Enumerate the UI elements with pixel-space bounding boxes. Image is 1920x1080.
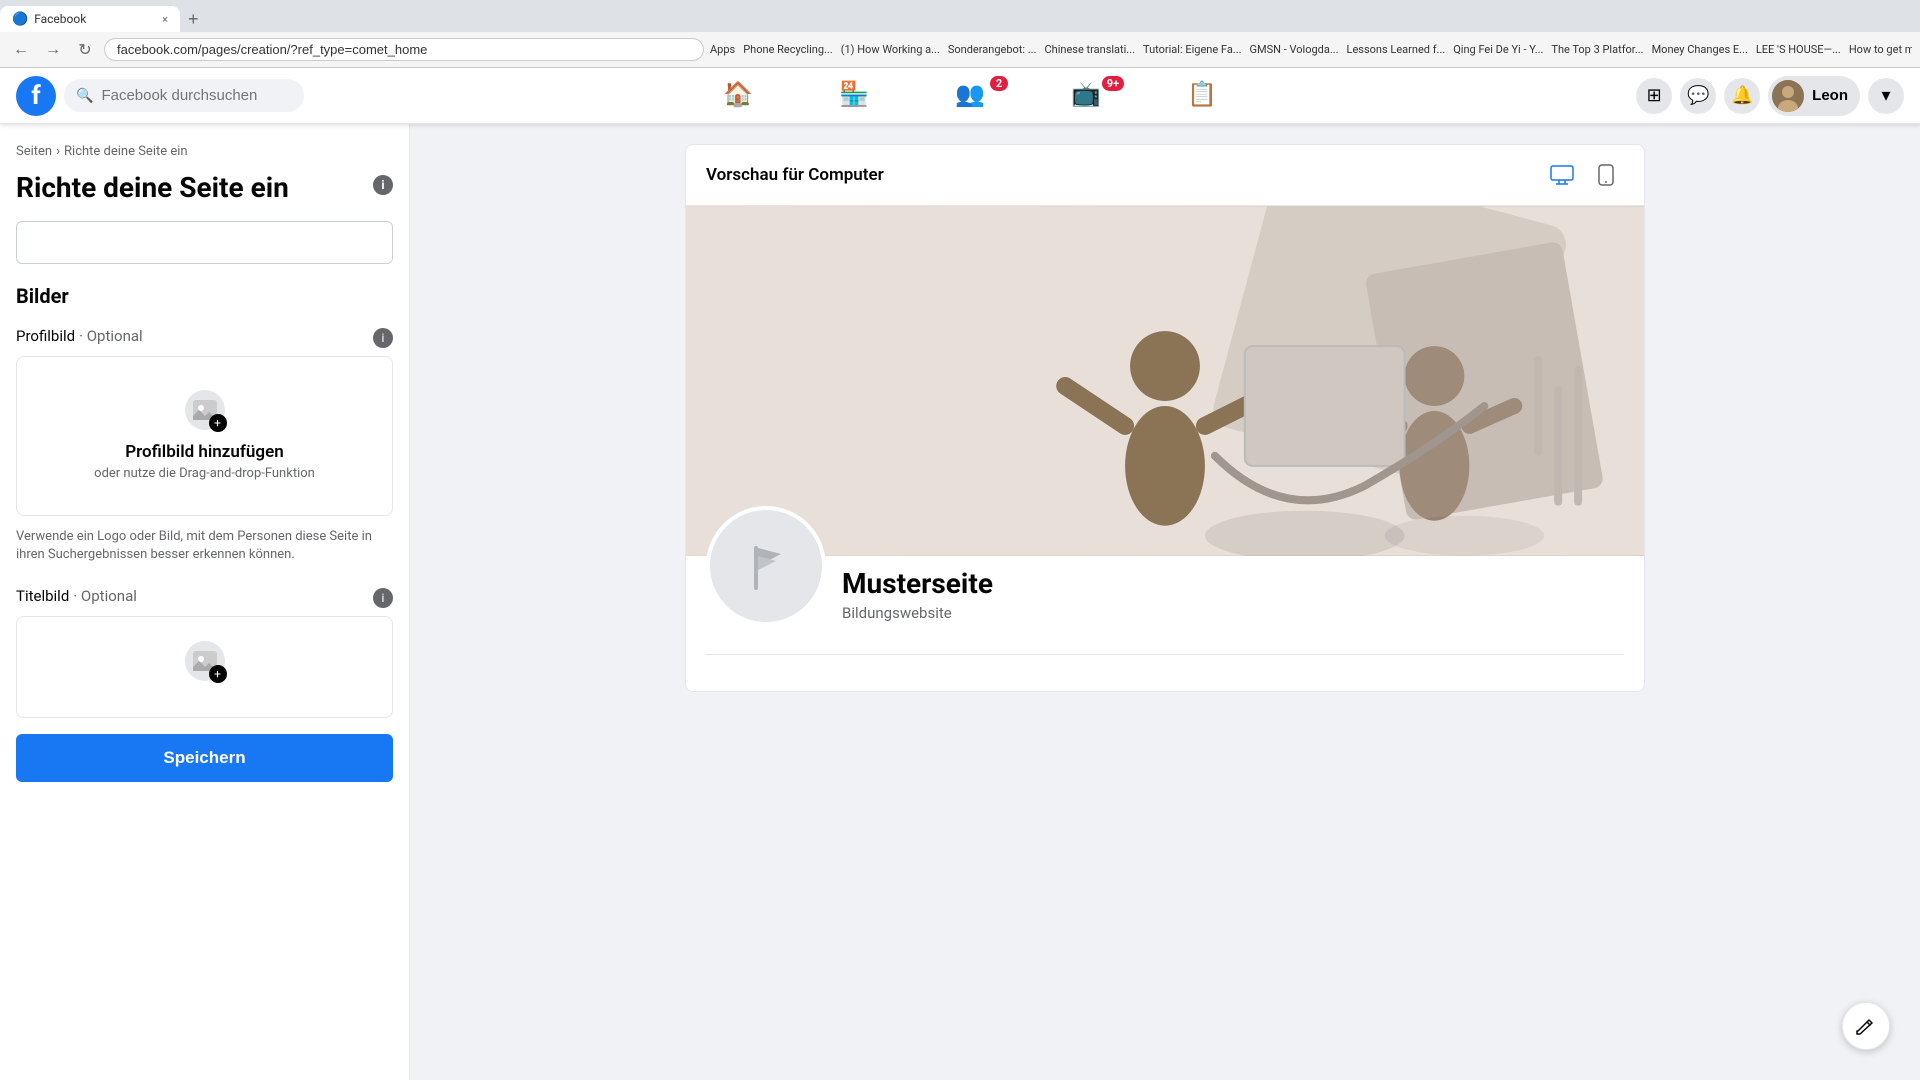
profile-image-info-icon[interactable]: i: [373, 328, 393, 348]
profile-section: Musterseite Bildungswebsite: [686, 556, 1644, 691]
profile-avatar: [706, 506, 826, 626]
search-input[interactable]: [101, 87, 292, 104]
header-right-actions: ⊞ 💬 🔔 Leon ▾: [1636, 76, 1904, 116]
save-button[interactable]: Speichern: [16, 734, 393, 782]
bookmark-6[interactable]: GMSN - Vologda...: [1250, 43, 1339, 56]
mobile-view-button[interactable]: [1588, 157, 1624, 193]
nav-marketplace[interactable]: 🏪: [798, 72, 910, 120]
tab-title: Facebook: [34, 12, 86, 26]
page-category-preview: Bildungswebsite: [842, 604, 993, 622]
profile-image-upload-area[interactable]: + Profilbild hinzufügen oder nutze die D…: [16, 356, 393, 516]
upload-cover-icon: +: [185, 641, 225, 681]
user-account-button[interactable]: Leon: [1768, 76, 1860, 116]
bookmark-apps[interactable]: Apps: [710, 43, 735, 56]
bookmark-8[interactable]: Qing Fei De Yi - Y...: [1453, 43, 1543, 56]
groups-badge: 2: [990, 76, 1008, 91]
desktop-view-button[interactable]: [1544, 157, 1580, 193]
tab-favicon: 🔵: [12, 12, 28, 27]
upload-cover-plus-icon: +: [209, 665, 227, 683]
home-icon: 🏠: [723, 80, 753, 108]
new-tab-button[interactable]: +: [180, 9, 207, 30]
bookmarks-bar: Apps Phone Recycling... (1) How Working …: [710, 43, 1912, 56]
title-info-icon[interactable]: i: [373, 175, 393, 195]
bookmark-5[interactable]: Tutorial: Eigene Fa...: [1143, 43, 1242, 56]
preview-header: Vorschau für Computer: [686, 145, 1644, 206]
refresh-button[interactable]: ↻: [72, 37, 98, 63]
right-panel: Vorschau für Computer: [410, 124, 1920, 1080]
user-avatar: [1772, 80, 1804, 112]
cover-image-optional: · Optional: [73, 587, 137, 605]
breadcrumb-current: Richte deine Seite ein: [64, 144, 188, 159]
messenger-button[interactable]: 💬: [1680, 78, 1716, 114]
cover-image-label: Titelbild: [16, 587, 69, 605]
main-nav: 🏠 🏪 👥 2 📺 9+ 📋: [312, 72, 1628, 120]
bookmark-11[interactable]: LEE 'S HOUSE—...: [1756, 43, 1841, 56]
url-bar[interactable]: [104, 38, 704, 61]
cover-image-field-label: Titelbild · Optional i: [16, 584, 393, 608]
profile-image-field-label: Profilbild · Optional i: [16, 324, 393, 348]
user-name: Leon: [1812, 87, 1848, 104]
upload-plus-icon: +: [209, 414, 227, 432]
upload-profile-icon: +: [185, 390, 225, 430]
edit-fab-button[interactable]: [1842, 1002, 1890, 1050]
left-panel: Seiten › Richte deine Seite ein Richte d…: [0, 124, 410, 1080]
bookmark-12[interactable]: How to get more v...: [1849, 43, 1912, 56]
video-badge: 9+: [1102, 76, 1124, 91]
page-name-preview: Musterseite: [842, 567, 993, 600]
profile-image-label: Profilbild: [16, 327, 75, 345]
profile-image-optional: · Optional: [79, 327, 143, 345]
facebook-logo: f: [16, 76, 56, 116]
main-layout: Seiten › Richte deine Seite ein Richte d…: [0, 124, 1920, 1080]
back-button[interactable]: ←: [8, 37, 34, 63]
breadcrumb: Seiten › Richte deine Seite ein: [16, 144, 393, 159]
pages-icon: 📋: [1187, 80, 1217, 108]
browser-toolbar: ← → ↻ Apps Phone Recycling... (1) How Wo…: [0, 32, 1920, 68]
breadcrumb-parent[interactable]: Seiten: [16, 144, 52, 159]
nav-pages[interactable]: 📋: [1146, 72, 1258, 120]
cover-image-info-icon[interactable]: i: [373, 588, 393, 608]
profile-image-label-text: Profilbild · Optional: [16, 327, 143, 345]
cover-illustration: [686, 206, 1644, 556]
preview-container: Vorschau für Computer: [685, 144, 1645, 692]
video-icon: 📺: [1071, 80, 1101, 108]
bookmark-10[interactable]: Money Changes E...: [1652, 43, 1748, 56]
images-section-title: Bilder: [16, 284, 393, 308]
search-icon: 🔍: [76, 88, 93, 104]
page-title-row: Richte deine Seite ein i: [16, 171, 393, 205]
cover-image-label-text: Titelbild · Optional: [16, 587, 137, 605]
device-toggle: [1544, 157, 1624, 193]
preview-title: Vorschau für Computer: [706, 165, 884, 185]
tab-close-button[interactable]: ×: [162, 13, 168, 26]
nav-home[interactable]: 🏠: [682, 72, 794, 120]
browser-tab-facebook[interactable]: 🔵 Facebook ×: [0, 6, 180, 32]
upload-profile-subtitle: oder nutze die Drag-and-drop-Funktion: [94, 466, 315, 481]
marketplace-icon: 🏪: [839, 80, 869, 108]
bookmark-1[interactable]: Phone Recycling...: [743, 43, 832, 56]
bookmark-7[interactable]: Lessons Learned f...: [1347, 43, 1446, 56]
profile-avatar-wrap: [706, 506, 826, 626]
notifications-button[interactable]: 🔔: [1724, 78, 1760, 114]
more-menu-button[interactable]: ▾: [1868, 78, 1904, 114]
profile-image-description: Verwende ein Logo oder Bild, mit dem Per…: [16, 528, 393, 564]
bookmark-4[interactable]: Chinese translati...: [1044, 43, 1135, 56]
browser-chrome: 🔵 Facebook × + ← → ↻ Apps Phone Recyclin…: [0, 0, 1920, 68]
facebook-header: f 🔍 🏠 🏪 👥 2 📺 9+ 📋 ⊞ 💬 🔔: [0, 68, 1920, 124]
cover-photo-area: [686, 206, 1644, 556]
apps-grid-button[interactable]: ⊞: [1636, 78, 1672, 114]
browser-tab-bar: 🔵 Facebook × +: [0, 0, 1920, 32]
bookmark-3[interactable]: Sonderangebot: ...: [948, 43, 1037, 56]
bookmark-2[interactable]: (1) How Working a...: [841, 43, 940, 56]
page-title: Richte deine Seite ein: [16, 171, 373, 205]
bookmark-9[interactable]: The Top 3 Platfor...: [1551, 43, 1643, 56]
profile-divider: [706, 654, 1624, 655]
breadcrumb-separator: ›: [56, 144, 60, 159]
search-bar[interactable]: 🔍: [64, 79, 304, 112]
upload-profile-title: Profilbild hinzufügen: [125, 442, 284, 462]
cover-image-upload-area[interactable]: +: [16, 616, 393, 718]
forward-button[interactable]: →: [40, 37, 66, 63]
groups-icon: 👥: [955, 80, 985, 108]
page-name-input[interactable]: [16, 221, 393, 264]
nav-groups[interactable]: 👥 2: [914, 72, 1026, 120]
nav-video[interactable]: 📺 9+: [1030, 72, 1142, 120]
